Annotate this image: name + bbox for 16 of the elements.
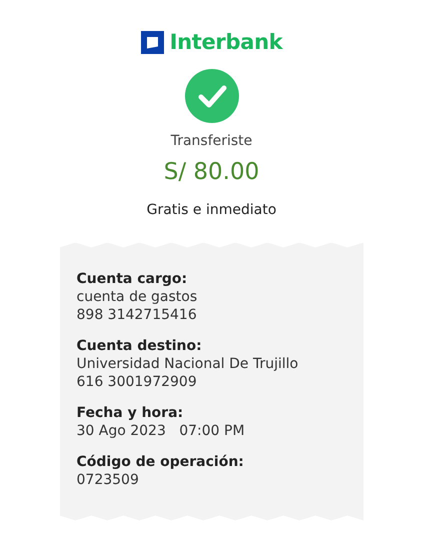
check-icon bbox=[184, 69, 238, 123]
logo-icon bbox=[140, 31, 164, 54]
amount-text: S/ 80.00 bbox=[164, 158, 260, 187]
note-text: Gratis e inmediato bbox=[146, 200, 276, 220]
field-value: 0723509 bbox=[76, 470, 140, 488]
status-label: Transferiste bbox=[170, 132, 252, 151]
field-value: 30 Ago 2023 07:00 PM bbox=[76, 422, 246, 440]
field-label: Cuenta destino: bbox=[76, 336, 203, 354]
field-label: Fecha y hora: bbox=[76, 404, 184, 422]
field-value: cuenta de gastos bbox=[76, 288, 198, 306]
field-value: Universidad Nacional De Trujillo bbox=[76, 354, 300, 372]
field-value: 898 3142715416 bbox=[76, 306, 198, 324]
field-label: Cuenta cargo: bbox=[76, 270, 188, 288]
field-label: Código de operación: bbox=[76, 452, 245, 470]
field-value: 616 3001972909 bbox=[76, 372, 198, 390]
logo-text: Interbank bbox=[170, 32, 282, 53]
